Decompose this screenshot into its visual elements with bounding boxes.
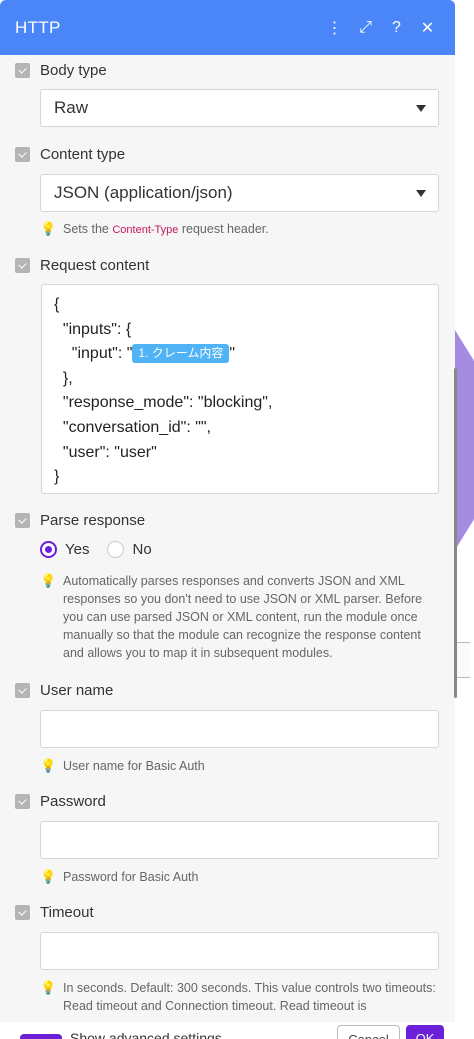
code-text: " <box>229 345 236 363</box>
ok-button[interactable]: OK <box>406 1025 444 1039</box>
password-input[interactable] <box>40 821 439 859</box>
timeout-section: Timeout <box>15 904 94 921</box>
user-name-checkbox[interactable] <box>15 683 30 698</box>
advanced-settings-label: Show advanced settings <box>70 1030 222 1039</box>
password-checkbox[interactable] <box>15 794 30 809</box>
lightbulb-icon: 💡 <box>40 869 57 884</box>
password-label: Password <box>40 793 106 810</box>
code-text: "input": " <box>54 345 133 363</box>
background-module-shape <box>455 330 474 550</box>
no-radio-label: No <box>132 541 152 558</box>
dialog-title: HTTP <box>15 17 61 37</box>
body-type-select[interactable]: Raw <box>40 89 439 127</box>
parse-response-checkbox[interactable] <box>15 513 30 528</box>
content-type-section: Content type <box>15 146 125 163</box>
parse-response-hint: 💡 Automatically parses responses and con… <box>40 572 440 662</box>
timeout-checkbox[interactable] <box>15 905 30 920</box>
body-type-label: Body type <box>40 62 107 79</box>
hint-text: User name for Basic Auth <box>63 759 205 773</box>
code-line: { <box>54 296 60 313</box>
yes-radio[interactable] <box>40 541 57 558</box>
expand-icon[interactable]: ⤢ <box>350 19 381 37</box>
close-icon[interactable]: ✕ <box>412 18 443 38</box>
request-content-checkbox[interactable] <box>15 258 30 273</box>
hint-code: Content-Type <box>112 224 179 236</box>
chevron-down-icon <box>416 105 426 112</box>
content-type-label: Content type <box>40 146 126 163</box>
content-type-value: JSON (application/json) <box>54 183 233 202</box>
code-line: "input": " 1. クレーム内容 " <box>54 342 438 367</box>
code-line: "conversation_id": "", <box>54 418 212 436</box>
code-line: "inputs": { <box>54 320 132 338</box>
timeout-label: Timeout <box>40 904 94 921</box>
body-type-checkbox[interactable] <box>15 63 30 78</box>
parse-response-label: Parse response <box>40 512 146 529</box>
code-line: }, <box>54 369 73 387</box>
advanced-settings-toggle[interactable] <box>20 1034 62 1039</box>
timeout-hint: 💡 In seconds. Default: 300 seconds. This… <box>40 979 440 1015</box>
background-box <box>456 642 470 678</box>
request-content-label: Request content <box>40 257 150 274</box>
mapped-variable-pill[interactable]: 1. クレーム内容 <box>132 344 230 364</box>
more-vertical-icon[interactable]: ⋮ <box>319 18 350 38</box>
user-name-hint: 💡 User name for Basic Auth <box>40 757 205 775</box>
hint-text: Password for Basic Auth <box>63 870 199 884</box>
hint-text: request header. <box>178 222 269 236</box>
password-section: Password <box>15 793 106 810</box>
hint-text: Automatically parses responses and conve… <box>63 574 423 660</box>
hint-text: In seconds. Default: 300 seconds. This v… <box>63 981 436 1013</box>
help-icon[interactable]: ? <box>381 19 412 37</box>
yes-radio-label: Yes <box>65 541 90 558</box>
body-type-value: Raw <box>54 98 89 117</box>
timeout-input[interactable] <box>40 932 439 970</box>
content-type-hint: 💡 Sets the Content-Type request header. <box>40 220 269 239</box>
request-content-section: Request content <box>15 257 149 274</box>
chevron-down-icon <box>416 190 426 197</box>
lightbulb-icon: 💡 <box>40 573 57 588</box>
password-hint: 💡 Password for Basic Auth <box>40 868 198 886</box>
body-type-section: Body type <box>15 62 107 79</box>
code-line: "user": "user" <box>54 443 157 461</box>
request-content-textarea[interactable]: { "inputs": { "input": " 1. クレーム内容 " }, "r… <box>41 284 439 494</box>
content-type-checkbox[interactable] <box>15 147 30 162</box>
parse-response-section: Parse response <box>15 512 145 529</box>
user-name-section: User name <box>15 682 113 699</box>
user-name-label: User name <box>40 682 114 699</box>
lightbulb-icon: 💡 <box>40 221 57 236</box>
code-line: "response_mode": "blocking", <box>54 394 273 412</box>
content-type-select[interactable]: JSON (application/json) <box>40 174 439 212</box>
user-name-input[interactable] <box>40 710 439 748</box>
cancel-button[interactable]: Cancel <box>337 1025 400 1039</box>
parse-response-radio-group: Yes No <box>40 541 152 558</box>
code-line: } <box>54 468 60 486</box>
scrollbar[interactable] <box>454 368 457 698</box>
http-module-dialog: HTTP ⋮ ⤢ ? ✕ Body type Raw Content type … <box>0 0 455 1039</box>
lightbulb-icon: 💡 <box>40 758 57 773</box>
lightbulb-icon: 💡 <box>40 980 57 995</box>
no-radio[interactable] <box>107 541 125 558</box>
hint-text: Sets the <box>63 222 113 236</box>
dialog-header: HTTP ⋮ ⤢ ? ✕ <box>0 0 455 55</box>
